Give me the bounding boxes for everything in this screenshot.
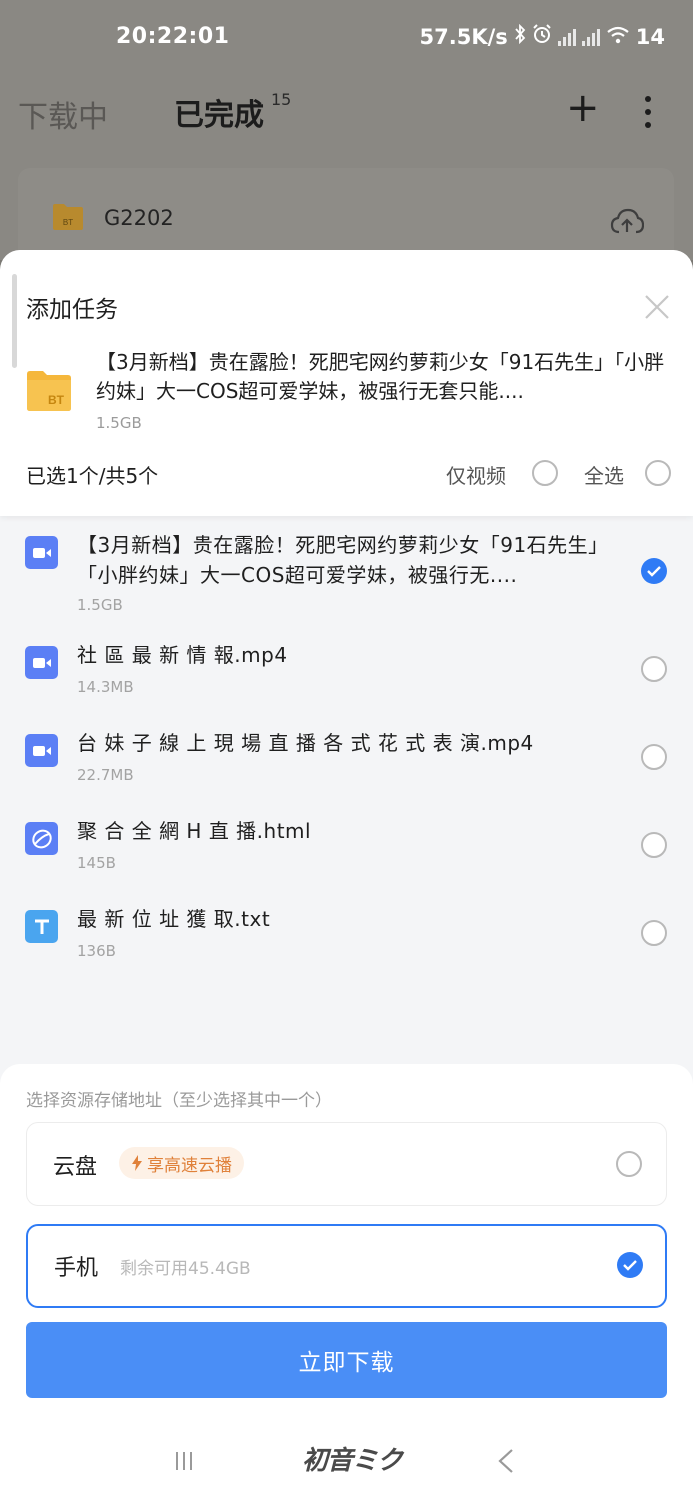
video-only-radio[interactable] bbox=[532, 460, 558, 486]
cloud-upload-icon bbox=[610, 208, 644, 234]
background-tabs: 下载中 已完成 15 + bbox=[0, 84, 693, 144]
video-file-icon bbox=[25, 734, 58, 767]
file-size: 22.7MB bbox=[77, 766, 134, 784]
phone-option[interactable]: 手机 剩余可用45.4GB bbox=[26, 1224, 667, 1308]
storage-panel: 选择资源存储地址（至少选择其中一个） 云盘 享高速云播 手机 剩余可用45.4G… bbox=[0, 1064, 693, 1500]
more-icon bbox=[640, 96, 656, 128]
background-app: 20:22:01 57.5K/s 14 下载中 已完成 15 + BT G220… bbox=[0, 0, 693, 264]
recents-icon[interactable] bbox=[176, 1452, 192, 1470]
task-size: 1.5GB bbox=[96, 414, 142, 432]
task-name: 【3月新档】贵在露脸！死肥宅网约萝莉少女「91石先生」「小胖约妹」大一COS超可… bbox=[96, 350, 665, 403]
status-time: 20:22:01 bbox=[116, 24, 230, 49]
check-icon bbox=[623, 1260, 637, 1271]
phone-storage-hint: 剩余可用45.4GB bbox=[120, 1259, 251, 1279]
network-speed: 57.5K/s bbox=[419, 24, 508, 49]
add-task-sheet: 添加任务 BT 【3月新档】贵在露脸！死肥宅网约萝莉少女「91石先生」「小胖约妹… bbox=[0, 250, 693, 1500]
file-size: 145B bbox=[77, 854, 116, 872]
file-size: 1.5GB bbox=[77, 596, 123, 614]
file-name: 台 妹 子 線 上 現 場 直 播 各 式 花 式 表 演.mp4 bbox=[77, 731, 534, 755]
scrollbar[interactable] bbox=[12, 274, 17, 368]
file-name: 最 新 位 址 獲 取.txt bbox=[77, 907, 271, 931]
html-file-icon bbox=[25, 822, 58, 855]
cloud-option[interactable]: 云盘 享高速云播 bbox=[26, 1122, 667, 1206]
alarm-icon bbox=[532, 24, 552, 49]
wifi-icon bbox=[606, 25, 630, 49]
back-icon[interactable] bbox=[496, 1448, 516, 1474]
storage-label: 选择资源存储地址（至少选择其中一个） bbox=[26, 1091, 332, 1111]
file-checkbox[interactable] bbox=[641, 832, 667, 858]
check-icon bbox=[647, 566, 661, 577]
sheet-header: 添加任务 BT 【3月新档】贵在露脸！死肥宅网约萝莉少女「91石先生」「小胖约妹… bbox=[0, 250, 693, 516]
video-file-icon bbox=[25, 536, 58, 569]
selected-count: 已选1个/共5个 bbox=[26, 464, 159, 488]
tab-downloading: 下载中 bbox=[18, 100, 108, 135]
status-bar: 20:22:01 57.5K/s 14 bbox=[0, 0, 693, 76]
select-all-radio[interactable] bbox=[645, 460, 671, 486]
folder-bt-label: BT bbox=[63, 218, 73, 227]
bluetooth-icon bbox=[514, 23, 526, 49]
file-checkbox[interactable] bbox=[641, 656, 667, 682]
cloud-badge: 享高速云播 bbox=[119, 1147, 244, 1179]
video-file-icon bbox=[25, 646, 58, 679]
status-indicators: 57.5K/s 14 bbox=[419, 23, 665, 49]
select-all-label: 全选 bbox=[584, 464, 624, 488]
signal-icon bbox=[557, 28, 576, 46]
file-checkbox[interactable] bbox=[641, 744, 667, 770]
folder-icon: BT bbox=[53, 204, 83, 230]
home-button[interactable]: 初音ミク bbox=[302, 1440, 403, 1477]
lightning-icon bbox=[132, 1155, 142, 1171]
file-size: 14.3MB bbox=[77, 678, 134, 696]
tab-completed: 已完成 bbox=[174, 98, 264, 133]
file-size: 136B bbox=[77, 942, 116, 960]
file-name: 聚 合 全 網 H 直 播.html bbox=[77, 819, 312, 843]
cloud-title: 云盘 bbox=[53, 1155, 98, 1180]
video-only-label: 仅视频 bbox=[446, 464, 506, 488]
download-now-button[interactable]: 立即下载 bbox=[26, 1322, 667, 1398]
signal-icon-2 bbox=[581, 28, 600, 46]
completed-count: 15 bbox=[271, 90, 292, 109]
task-bt-label: BT bbox=[48, 393, 65, 407]
file-checkbox[interactable] bbox=[641, 920, 667, 946]
add-icon: + bbox=[566, 85, 600, 131]
cloud-radio[interactable] bbox=[616, 1151, 642, 1177]
file-checkbox-checked[interactable] bbox=[641, 558, 667, 584]
bt-folder-icon: BT bbox=[27, 371, 71, 411]
cloud-badge-text: 享高速云播 bbox=[147, 1155, 232, 1176]
phone-radio-checked[interactable] bbox=[617, 1252, 643, 1278]
file-name: 社 區 最 新 情 報.mp4 bbox=[77, 643, 288, 667]
text-file-icon bbox=[25, 910, 58, 943]
sheet-title: 添加任务 bbox=[26, 297, 118, 323]
background-row-name: G2202 bbox=[104, 206, 174, 230]
navigation-bar: 初音ミク bbox=[0, 1428, 693, 1500]
battery-level: 14 bbox=[635, 24, 665, 49]
phone-title: 手机 bbox=[54, 1256, 99, 1281]
close-icon[interactable] bbox=[642, 292, 672, 322]
file-name: 【3月新档】贵在露脸！死肥宅网约萝莉少女「91石先生」「小胖约妹」大一COS超可… bbox=[77, 533, 609, 587]
